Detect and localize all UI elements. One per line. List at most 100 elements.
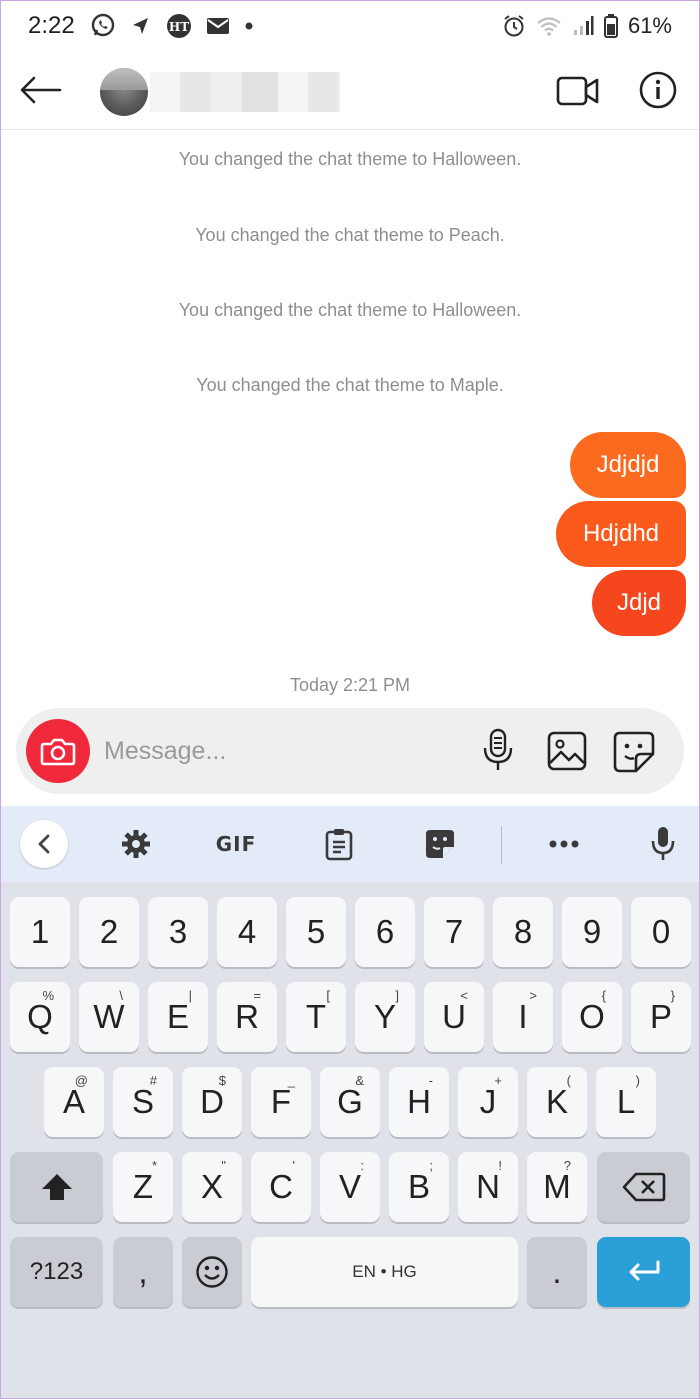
symbols-key[interactable]: ?123: [10, 1237, 103, 1307]
key-k[interactable]: K(: [527, 1067, 587, 1137]
key-9[interactable]: 9: [562, 897, 622, 967]
period-key[interactable]: .: [527, 1237, 587, 1307]
signal-icon: [572, 15, 594, 37]
sent-message-bubble[interactable]: Jdjdjd: [570, 432, 686, 498]
key-5[interactable]: 5: [286, 897, 346, 967]
key-2[interactable]: 2: [79, 897, 139, 967]
wifi-icon: [536, 15, 562, 37]
shift-key[interactable]: [10, 1152, 103, 1222]
key-7[interactable]: 7: [424, 897, 484, 967]
info-button[interactable]: [638, 70, 678, 110]
key-x[interactable]: X ": [182, 1152, 242, 1222]
key-label: H: [407, 1083, 431, 1120]
key-b[interactable]: B;: [389, 1152, 449, 1222]
toolbar-divider: [501, 826, 502, 864]
voice-mic-icon: [651, 827, 675, 860]
sent-message-bubble[interactable]: Hdjdhd: [556, 501, 686, 567]
key-y[interactable]: Y]: [355, 982, 415, 1052]
more-button[interactable]: [546, 824, 582, 864]
key-t[interactable]: T[: [286, 982, 346, 1052]
sticker-button[interactable]: [612, 730, 656, 774]
key-label: E: [166, 998, 189, 1035]
clipboard-button[interactable]: [323, 824, 355, 864]
key-hint: #: [149, 1073, 157, 1088]
key-hint: ): [635, 1073, 640, 1088]
key-u[interactable]: U <: [424, 982, 484, 1052]
key-z[interactable]: Z *: [113, 1152, 173, 1222]
key-d[interactable]: D $: [182, 1067, 242, 1137]
backspace-key[interactable]: [597, 1152, 690, 1222]
mail-icon: [206, 16, 230, 36]
key-e[interactable]: E |: [148, 982, 208, 1052]
navigation-icon: [130, 15, 152, 37]
key-w[interactable]: W \: [79, 982, 139, 1052]
key-m[interactable]: M?: [527, 1152, 587, 1222]
key-hint: +: [494, 1073, 502, 1088]
key-label: S: [131, 1083, 154, 1120]
whatsapp-icon: [90, 13, 116, 39]
key-a[interactable]: A @: [44, 1067, 104, 1137]
enter-key[interactable]: [597, 1237, 690, 1307]
key-label: Z: [132, 1168, 154, 1205]
toolbar-back-button[interactable]: [20, 820, 68, 868]
key-n[interactable]: N!: [458, 1152, 518, 1222]
battery-icon: [603, 14, 618, 38]
key-c[interactable]: C ': [251, 1152, 311, 1222]
clipboard-icon: [325, 829, 353, 861]
key-label: F: [270, 1083, 292, 1120]
space-key-label: EN • HG: [352, 1262, 417, 1281]
sticker-icon: [613, 731, 655, 773]
avatar[interactable]: [100, 68, 148, 116]
settings-button[interactable]: [118, 824, 154, 864]
key-4[interactable]: 4: [217, 897, 277, 967]
key-j[interactable]: J +: [458, 1067, 518, 1137]
key-label: A: [62, 1083, 85, 1120]
emoji-key[interactable]: [182, 1237, 242, 1307]
key-8[interactable]: 8: [493, 897, 553, 967]
key-v[interactable]: V:: [320, 1152, 380, 1222]
camera-button[interactable]: [26, 719, 90, 783]
key-q[interactable]: Q%: [10, 982, 70, 1052]
sticker-icon: [426, 830, 454, 858]
key-p[interactable]: P}: [631, 982, 691, 1052]
video-call-button[interactable]: [556, 72, 600, 110]
keyboard-keys: 1 2 3 4 5 6 7 8 9 0 Q% W \ E | R = T[ Y] U <…: [0, 882, 700, 1399]
key-hint: _: [287, 1073, 295, 1088]
emoji-icon: [196, 1256, 228, 1288]
key-o[interactable]: O{: [562, 982, 622, 1052]
chat-area[interactable]: You changed the chat theme to Halloween.…: [0, 131, 700, 708]
key-h[interactable]: H-: [389, 1067, 449, 1137]
sticker-panel-button[interactable]: [423, 824, 457, 864]
key-l[interactable]: L): [596, 1067, 656, 1137]
key-s[interactable]: S #: [113, 1067, 173, 1137]
contact-name-blurred[interactable]: [150, 72, 340, 112]
comma-key[interactable]: ,: [113, 1237, 173, 1307]
key-i[interactable]: I >: [493, 982, 553, 1052]
sent-message-bubble[interactable]: Jdjd: [592, 570, 686, 636]
key-label: L: [616, 1083, 636, 1120]
key-hint: [: [326, 988, 330, 1003]
key-hint: >: [529, 988, 537, 1003]
voice-input-button[interactable]: [648, 824, 678, 864]
gif-button[interactable]: GIF: [212, 824, 260, 864]
key-r[interactable]: R =: [217, 982, 277, 1052]
microphone-button[interactable]: [480, 728, 516, 774]
svg-text:HT: HT: [169, 20, 189, 34]
key-1[interactable]: 1: [10, 897, 70, 967]
key-0[interactable]: 0: [631, 897, 691, 967]
key-3[interactable]: 3: [148, 897, 208, 967]
space-key[interactable]: EN • HG: [251, 1237, 518, 1307]
key-f[interactable]: F _: [251, 1067, 311, 1137]
key-hint: ?: [563, 1158, 571, 1173]
gallery-button[interactable]: [546, 730, 588, 772]
key-hint: $: [218, 1073, 226, 1088]
battery-percent: 61%: [627, 13, 672, 38]
key-6[interactable]: 6: [355, 897, 415, 967]
more-icon: [549, 840, 579, 848]
back-button[interactable]: [18, 70, 64, 110]
message-timestamp: Today 2:21 PM: [289, 675, 411, 695]
message-composer: [16, 708, 684, 794]
key-hint: @: [74, 1073, 88, 1088]
key-g[interactable]: G &: [320, 1067, 380, 1137]
message-input[interactable]: [104, 730, 464, 772]
